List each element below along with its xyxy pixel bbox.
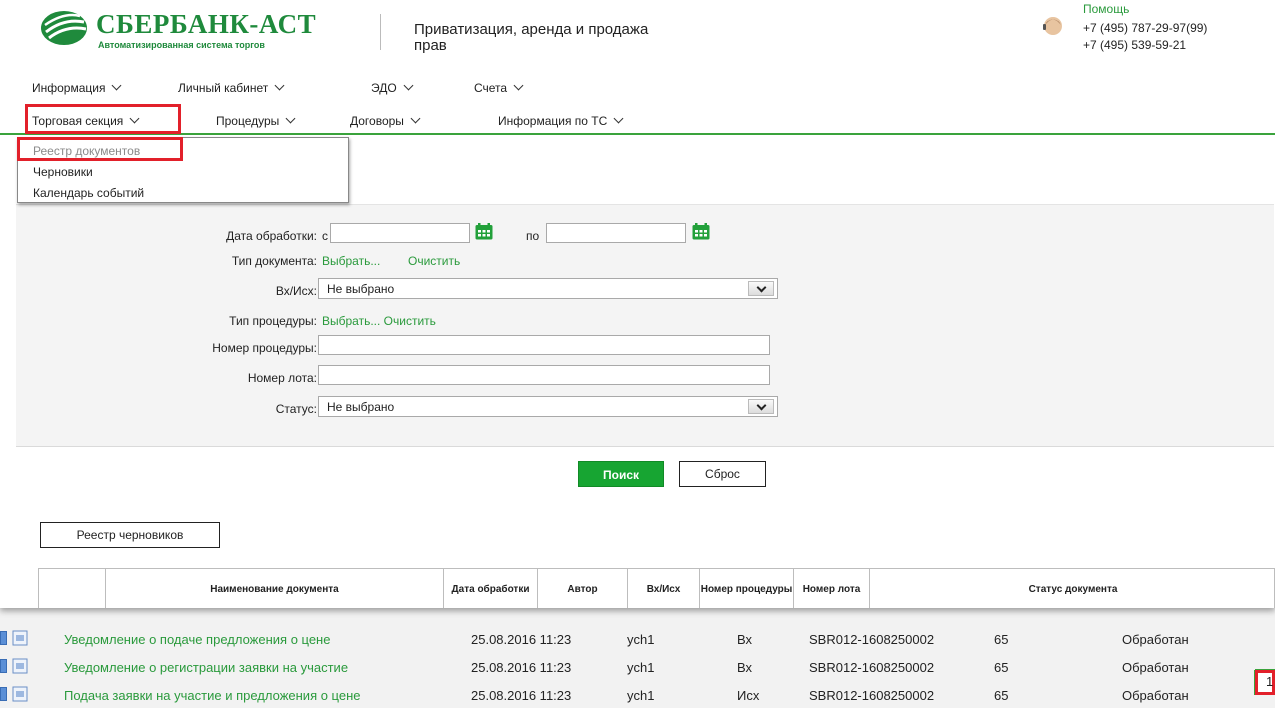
pager-page-number[interactable]: 1 (1266, 674, 1273, 689)
chevron-down-icon (112, 80, 122, 91)
date-from-input[interactable] (330, 223, 470, 243)
preview-icon[interactable] (12, 630, 28, 646)
support-avatar-icon (1043, 17, 1062, 35)
menu-procedures[interactable]: Процедуры (216, 113, 296, 128)
logo-title: СБЕРБАНК-АСТ (96, 9, 317, 39)
inout-label: Вх/Исх: (275, 284, 317, 298)
column-header[interactable]: Вх/Исх (627, 569, 699, 608)
chevron-down-icon (403, 80, 414, 91)
phone-number-1: +7 (495) 787-29-97(99) (1083, 21, 1208, 35)
chevron-down-icon (513, 80, 524, 91)
inout-select[interactable]: Не выбрано (318, 278, 778, 299)
site-header: СБЕРБАНК-АСТ Автоматизированная система … (0, 0, 1275, 68)
dropdown-item-drafts[interactable]: Черновики (33, 165, 93, 179)
date-to-prefix: по (526, 229, 540, 243)
author: ych1 (627, 632, 655, 647)
column-header[interactable]: Статус документа (869, 569, 1275, 608)
processing-date: 25.08.2016 11:23 (471, 660, 572, 675)
logo-subtitle: Автоматизированная система торгов (98, 40, 265, 50)
date-to-input[interactable] (546, 223, 686, 243)
document-icon[interactable] (0, 687, 7, 701)
procedure-number: SBR012-1608250002 (809, 688, 935, 703)
proc-number-input[interactable] (318, 335, 770, 355)
column-header[interactable]: Дата обработки (443, 569, 537, 608)
menu-accounts[interactable]: Счета (474, 80, 524, 95)
table-header: Наименование документа Дата обработки Ав… (38, 568, 1275, 608)
procedure-number: SBR012-1608250002 (809, 632, 935, 647)
processing-date: 25.08.2016 11:23 (471, 688, 572, 703)
date-from-prefix: с (322, 229, 328, 243)
menu-info[interactable]: Информация (32, 80, 122, 95)
preview-icon[interactable] (12, 686, 28, 702)
author: ych1 (627, 688, 655, 703)
document-name-link[interactable]: Уведомление о регистрации заявки на учас… (64, 660, 348, 675)
search-button[interactable]: Поиск (578, 461, 664, 487)
document-status: Обработан (1122, 660, 1189, 675)
in-out: Вх (737, 632, 753, 647)
calendar-icon[interactable] (692, 223, 710, 240)
column-header[interactable]: Номер процедуры (699, 569, 793, 608)
proc-type-label: Тип процедуры: (229, 314, 317, 328)
table-row[interactable]: Подача заявки на участие и предложения о… (0, 682, 1275, 708)
lot-number: 65 (994, 632, 1009, 647)
proc-number-label: Номер процедуры: (212, 341, 317, 355)
doc-type-choose-link[interactable]: Выбрать... (322, 254, 380, 268)
chevron-down-icon (274, 80, 285, 91)
document-name-link[interactable]: Уведомление о подаче предложения о цене (64, 632, 330, 647)
chevron-down-icon (748, 399, 774, 414)
drafts-registry-button[interactable]: Реестр черновиков (40, 522, 220, 548)
in-out: Исх (737, 688, 760, 703)
phone-number-2: +7 (495) 539-59-21 (1083, 38, 1187, 52)
lot-number: 65 (994, 688, 1009, 703)
dropdown-item-events-calendar[interactable]: Календарь событий (33, 186, 144, 200)
sberbank-logo-icon (41, 11, 87, 45)
preview-icon[interactable] (12, 658, 28, 674)
highlight-frame (17, 137, 183, 161)
document-icon[interactable] (0, 659, 7, 673)
chevron-down-icon (410, 113, 421, 124)
doc-type-label: Тип документа: (231, 254, 317, 268)
column-header[interactable]: Автор (537, 569, 627, 608)
filter-panel: Дата обработки: с по Тип документа: Выбр… (16, 204, 1274, 447)
column-header[interactable]: Наименование документа (105, 569, 443, 608)
header-divider (380, 14, 381, 50)
menu-contracts[interactable]: Договоры (350, 113, 421, 128)
calendar-icon[interactable] (475, 223, 493, 240)
processing-date: 25.08.2016 11:23 (471, 632, 572, 647)
lot-number-label: Номер лота: (247, 371, 317, 385)
procedure-number: SBR012-1608250002 (809, 660, 935, 675)
menu-underline (0, 133, 1275, 135)
table-row[interactable]: Уведомление о подаче предложения о цене … (0, 626, 1275, 652)
proc-type-choose-clear-link[interactable]: Выбрать... Очистить (322, 314, 436, 328)
menu-edo[interactable]: ЭДО (371, 80, 414, 95)
author: ych1 (627, 660, 655, 675)
reset-button[interactable]: Сброс (679, 461, 766, 487)
lot-number: 65 (994, 660, 1009, 675)
menu-ts-info[interactable]: Информация по ТС (498, 113, 624, 128)
highlight-frame (25, 104, 181, 134)
main-panel: СБЕРБАНК-АСТ Автоматизированная система … (0, 0, 1275, 608)
help-link[interactable]: Помощь (1083, 2, 1129, 16)
document-name-link[interactable]: Подача заявки на участие и предложения о… (64, 688, 361, 703)
document-icon[interactable] (0, 631, 7, 645)
table-row[interactable]: Уведомление о регистрации заявки на учас… (0, 654, 1275, 680)
doc-type-clear-link[interactable]: Очистить (408, 254, 460, 268)
status-label: Статус: (275, 402, 317, 416)
column-header[interactable]: Номер лота (793, 569, 869, 608)
date-label: Дата обработки: (226, 229, 317, 243)
section-title: Приватизация, аренда и продажа прав (414, 21, 649, 54)
chevron-down-icon (285, 113, 296, 124)
document-status: Обработан (1122, 688, 1189, 703)
status-select[interactable]: Не выбрано (318, 396, 778, 417)
in-out: Вх (737, 660, 753, 675)
document-status: Обработан (1122, 632, 1189, 647)
menu-personal-cabinet[interactable]: Личный кабинет (178, 80, 285, 95)
chevron-down-icon (748, 281, 774, 296)
lot-number-input[interactable] (318, 365, 770, 385)
chevron-down-icon (613, 113, 624, 124)
